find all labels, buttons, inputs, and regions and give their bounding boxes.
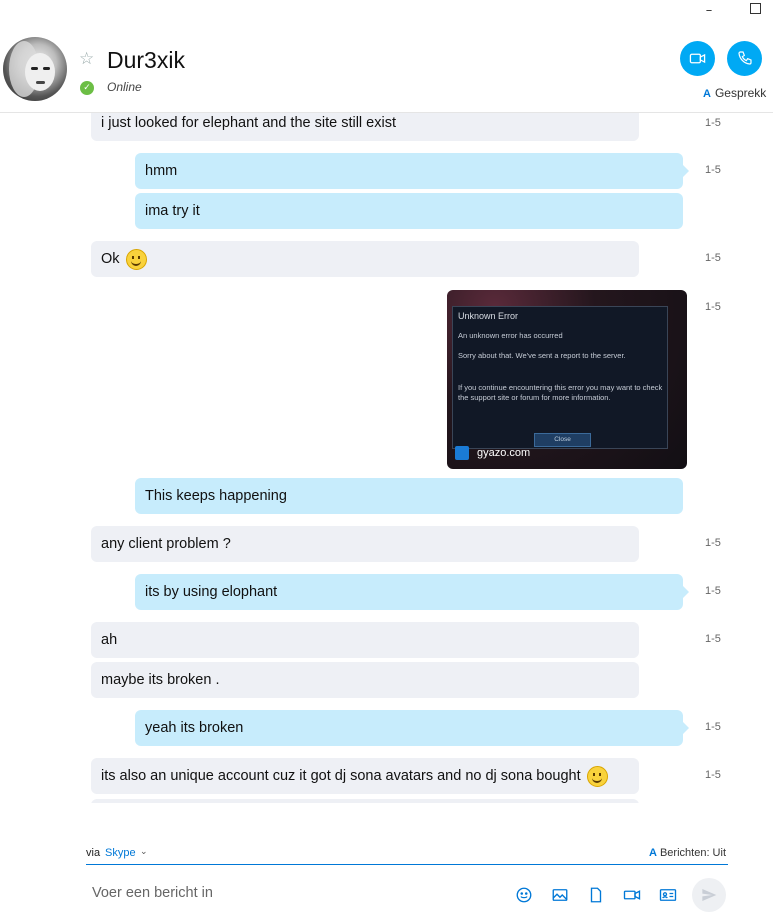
message-time: 1-5 — [705, 585, 721, 597]
conversation-translate-toggle[interactable]: A Gesprekk — [703, 86, 766, 100]
send-button[interactable] — [692, 878, 726, 912]
message-bubble[interactable]: yeah its broken — [135, 710, 689, 746]
image-icon[interactable] — [551, 886, 569, 902]
message-list[interactable]: i just looked for elephant and the site … — [0, 113, 773, 803]
via-label: via — [86, 847, 101, 859]
dialog-line: An unknown error has occurred — [458, 331, 563, 340]
translate-label: Gesprekk — [714, 86, 767, 100]
gyazo-icon — [455, 446, 469, 460]
message-time: 1-5 — [705, 721, 721, 733]
translate-status: Berichten: Uit — [659, 847, 726, 859]
dialog-title: Unknown Error — [458, 311, 519, 321]
send-icon — [702, 889, 717, 901]
avatar-lips — [36, 81, 45, 84]
video-call-button[interactable] — [680, 41, 715, 76]
dialog-close-button: Close — [534, 433, 591, 447]
message-translate-toggle[interactable]: A Berichten: Uit — [649, 847, 726, 859]
message-text: maybe its broken . — [101, 672, 220, 688]
file-icon[interactable] — [587, 886, 605, 903]
maximize-button[interactable] — [740, 0, 770, 22]
message-text: ima try it — [145, 203, 200, 219]
message-bubble[interactable]: i just looked for elephant and the site … — [91, 113, 639, 141]
dialog-line: If you continue encountering this error … — [458, 383, 663, 402]
video-message-icon[interactable] — [623, 886, 641, 902]
message-bubble[interactable]: hmm — [135, 153, 689, 189]
message-text: yeah its broken — [145, 720, 244, 736]
avatar-eye-right — [43, 67, 50, 70]
favorite-star-icon[interactable]: ☆ — [79, 49, 94, 69]
message-text: hmm — [145, 163, 178, 179]
chevron-down-icon[interactable]: ⌄ — [140, 846, 148, 857]
service-selector[interactable]: Skype — [105, 847, 136, 859]
message-bubble[interactable]: Ok — [91, 241, 639, 277]
error-dialog-screenshot: Unknown Error An unknown error has occur… — [452, 306, 668, 449]
message-text: any client problem ? — [101, 536, 231, 552]
message-time: 1-5 — [705, 301, 721, 313]
title-bar: – — [0, 0, 773, 24]
contact-name[interactable]: Dur3xik — [107, 47, 185, 74]
message-text: ah — [101, 632, 118, 648]
video-camera-icon — [689, 53, 706, 64]
message-bubble[interactable]: maybe its broken . — [91, 662, 639, 698]
online-status-icon: ✓ — [80, 81, 94, 95]
avatar-eye-left — [31, 67, 38, 70]
contact-status: Online — [107, 80, 142, 94]
minimize-button[interactable]: – — [694, 0, 724, 22]
dialog-line: Sorry about that. We've sent a report to… — [458, 351, 626, 360]
message-time: 1-5 — [705, 164, 721, 176]
message-time: 1-5 — [705, 252, 721, 264]
message-time: 1-5 — [705, 633, 721, 645]
compose-meta-bar: via Skype ⌄ A Berichten: Uit — [86, 846, 728, 865]
message-text: This keeps happening — [145, 488, 287, 504]
phone-icon — [737, 51, 752, 65]
message-time: 1-5 — [705, 769, 721, 781]
emoji-icon[interactable] — [515, 886, 533, 903]
message-bubble[interactable]: its also an unique account cuz it got dj… — [91, 758, 639, 794]
message-text: i just looked for elephant and the site … — [101, 115, 396, 131]
message-time: 1-5 — [705, 537, 721, 549]
message-text: Ok — [101, 251, 120, 267]
audio-call-button[interactable] — [727, 41, 762, 76]
message-bubble-partial — [91, 799, 639, 803]
translate-icon: A — [649, 847, 657, 859]
maximize-icon — [749, 3, 761, 14]
smile-emoji-icon — [125, 248, 147, 270]
message-bubble[interactable]: This keeps happening — [135, 478, 683, 514]
avatar-face — [25, 53, 55, 91]
message-input[interactable]: Voer een bericht in — [92, 885, 213, 901]
message-bubble[interactable]: its by using elophant — [135, 574, 689, 610]
message-text: its by using elophant — [145, 584, 278, 600]
smile-emoji-icon — [586, 765, 608, 787]
translate-icon: A — [703, 88, 711, 100]
message-bubble[interactable]: ima try it — [135, 193, 683, 229]
message-bubble[interactable]: any client problem ? — [91, 526, 639, 562]
message-text: its also an unique account cuz it got dj… — [101, 768, 581, 784]
image-source[interactable]: gyazo.com — [455, 446, 530, 460]
contact-avatar[interactable] — [3, 37, 67, 101]
contact-card-icon[interactable] — [659, 886, 677, 902]
message-time: 1-5 — [705, 117, 721, 129]
conversation-header: ☆ Dur3xik ✓ Online A Gesprekk — [0, 24, 773, 113]
message-bubble[interactable]: ah — [91, 622, 639, 658]
image-message[interactable]: Unknown Error An unknown error has occur… — [447, 290, 687, 469]
image-source-label: gyazo.com — [477, 446, 531, 459]
